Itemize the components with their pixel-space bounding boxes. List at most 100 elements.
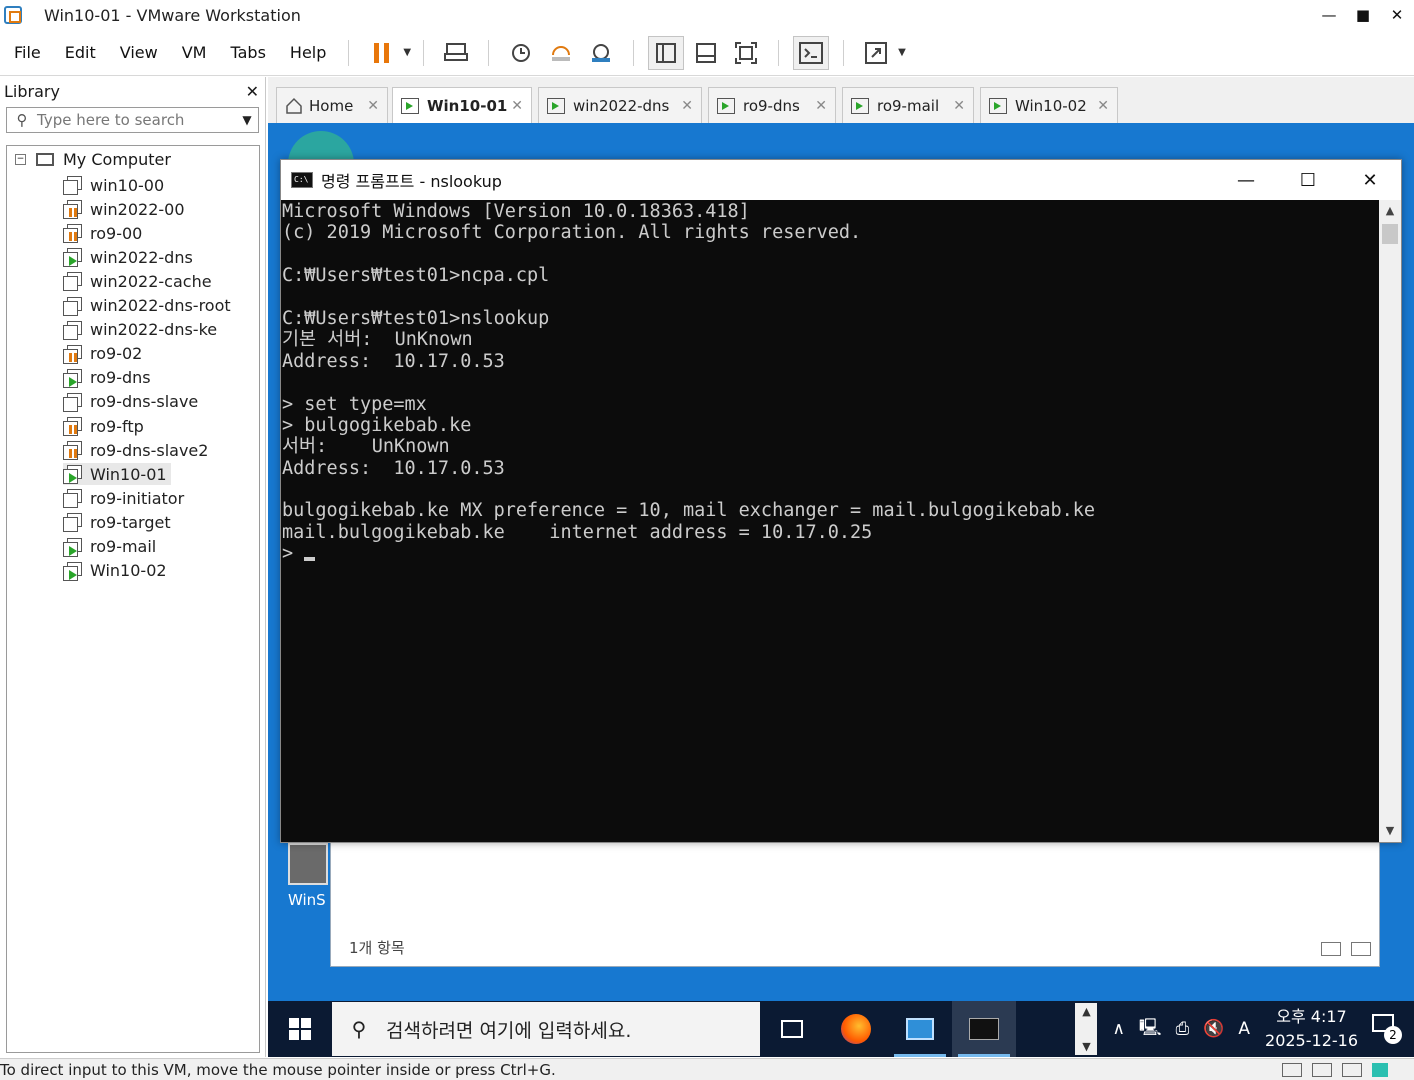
menu-file[interactable]: File [0,43,51,62]
scroll-down-icon[interactable]: ▼ [1379,820,1401,842]
taskbar-search[interactable]: ⚲ 검색하려면 여기에 입력하세요. [332,1002,760,1056]
snapshot-revert-button[interactable] [543,36,579,70]
tree-item-label: ro9-dns-slave [90,392,199,412]
tree-item-vm[interactable]: ro9-02 [63,343,142,365]
tab-close-icon[interactable]: ✕ [815,98,827,114]
pause-button[interactable] [363,36,399,70]
window-title: Win10-01 - VMware Workstation [44,5,301,25]
printer-icon[interactable]: ⎙ [1176,1019,1190,1039]
tree-item-vm[interactable]: ro9-initiator [63,487,184,509]
chevron-down-icon[interactable]: ▼ [236,113,258,127]
scroll-down-icon[interactable]: ▼ [1082,1040,1090,1053]
hard-disk-icon[interactable] [1282,1062,1302,1077]
tree-item-vm[interactable]: win10-00 [63,174,164,196]
tree-item-vm[interactable]: ro9-dns [63,367,151,389]
vm-running-icon [63,368,82,388]
stretch-guest-button[interactable] [858,36,894,70]
tree-item-vm[interactable]: Win10-01 [63,463,171,486]
maximize-button[interactable]: ■ [1346,6,1380,24]
console-view-button[interactable] [793,35,830,70]
details-view-icon[interactable] [1321,942,1341,956]
tree-item-vm[interactable]: win2022-cache [63,270,212,292]
tree-item-label: win2022-dns-ke [90,320,218,340]
message-log-icon[interactable] [1372,1062,1388,1077]
tab-close-icon[interactable]: ✕ [511,98,523,114]
vm-off-icon [63,272,82,292]
dropdown-caret-icon[interactable]: ▼ [898,47,906,58]
tree-item-vm[interactable]: win2022-dns-root [63,295,231,317]
tree-item-vm[interactable]: ro9-ftp [63,415,144,437]
scroll-thumb[interactable] [1382,224,1398,244]
library-search[interactable]: ⚲ Type here to search ▼ [6,107,259,133]
volume-muted-icon[interactable]: 🔇 [1203,1019,1224,1039]
cmd-maximize-button[interactable]: ☐ [1277,170,1339,191]
tree-item-label: ro9-02 [90,344,143,364]
tab-win2022-dns[interactable]: win2022-dns ✕ [538,87,702,123]
cmd-window[interactable]: C:\ 명령 프롬프트 - nslookup — ☐ ✕ Microsoft W… [280,159,1402,843]
large-icons-view-icon[interactable] [1351,942,1371,956]
show-library-button[interactable] [648,35,685,70]
tree-item-vm[interactable]: ro9-00 [63,222,142,244]
tree-root-my-computer[interactable]: − My Computer [15,150,171,169]
start-button[interactable] [268,1001,332,1057]
tab-win10-02[interactable]: Win10-02 ✕ [980,87,1118,123]
menu-tabs[interactable]: Tabs [216,43,275,62]
menu-edit[interactable]: Edit [51,43,106,62]
snapshot-take-button[interactable] [503,36,539,70]
minimize-button[interactable]: — [1312,6,1346,24]
console-output[interactable]: Microsoft Windows [Version 10.0.18363.41… [281,200,1379,842]
console-view-icon [799,41,824,64]
tab-close-icon[interactable]: ✕ [681,98,693,114]
ime-indicator[interactable]: A [1238,1019,1250,1039]
menu-help[interactable]: Help [276,43,336,62]
tree-item-vm[interactable]: ro9-dns-slave [63,391,198,413]
snapshot-manager-button[interactable] [583,36,619,70]
tree-item-vm[interactable]: Win10-02 [63,560,167,582]
cmd-close-button[interactable]: ✕ [1339,170,1401,191]
thumbnail-bar-icon [696,42,717,63]
dropdown-caret-icon[interactable]: ▼ [403,47,411,58]
tab-close-icon[interactable]: ✕ [1097,98,1109,114]
tray-clock[interactable]: 오후 4:17 2025-12-16 [1265,1005,1358,1053]
control-panel-button[interactable] [888,1001,952,1057]
library-close-button[interactable]: ✕ [246,82,259,101]
menu-vm[interactable]: VM [168,43,217,62]
network-icon[interactable]: 🖳 [1139,1015,1162,1044]
tab-close-icon[interactable]: ✕ [367,98,379,114]
vm-console[interactable]: WinS 1개 항목 C:\ 명령 프롬프트 - nslookup — ☐ ✕ … [268,123,1414,1057]
chevron-up-icon[interactable]: ∧ [1112,1019,1124,1039]
notification-button[interactable]: 2 [1372,1014,1402,1044]
tree-item-vm[interactable]: win2022-00 [63,198,185,220]
tab-bar: Home ✕ Win10-01 ✕ win2022-dns ✕ ro9-dns … [268,77,1414,123]
cd-drive-icon[interactable] [1312,1062,1332,1077]
tab-close-icon[interactable]: ✕ [953,98,965,114]
library-search-input[interactable]: Type here to search [37,111,184,129]
collapse-icon[interactable]: − [15,154,26,165]
send-ctrl-alt-del-button[interactable] [438,36,474,70]
tree-item-vm[interactable]: ro9-mail [63,536,156,558]
close-button[interactable]: ✕ [1380,6,1414,24]
tree-item-vm[interactable]: win2022-dns-ke [63,319,217,341]
cmd-scrollbar[interactable]: ▲ ▼ [1379,200,1401,842]
full-screen-button[interactable] [728,36,764,70]
cmd-taskbar-button[interactable] [952,1001,1016,1057]
taskbar-scroller[interactable]: ▲ ▼ [1075,1003,1098,1055]
tree-item-vm[interactable]: ro9-dns-slave2 [63,439,208,461]
desktop-shortcut[interactable]: WinS [288,843,334,909]
taskbar-search-input[interactable]: 검색하려면 여기에 입력하세요. [386,1016,631,1043]
tab-win10-01[interactable]: Win10-01 ✕ [392,87,532,123]
tab-home[interactable]: Home ✕ [276,87,388,123]
scroll-up-icon[interactable]: ▲ [1082,1005,1090,1018]
scroll-up-icon[interactable]: ▲ [1379,200,1401,222]
firefox-button[interactable] [824,1001,888,1057]
tab-ro9-dns[interactable]: ro9-dns ✕ [708,87,836,123]
cmd-minimize-button[interactable]: — [1215,170,1277,191]
tab-ro9-mail[interactable]: ro9-mail ✕ [842,87,974,123]
tree-item-vm[interactable]: win2022-dns [63,246,193,268]
thumbnail-bar-button[interactable] [688,36,724,70]
menu-view[interactable]: View [106,43,168,62]
vmware-logo-icon [4,6,22,24]
task-view-button[interactable] [760,1001,824,1057]
tree-item-vm[interactable]: ro9-target [63,511,171,533]
network-adapter-icon[interactable] [1342,1062,1362,1077]
